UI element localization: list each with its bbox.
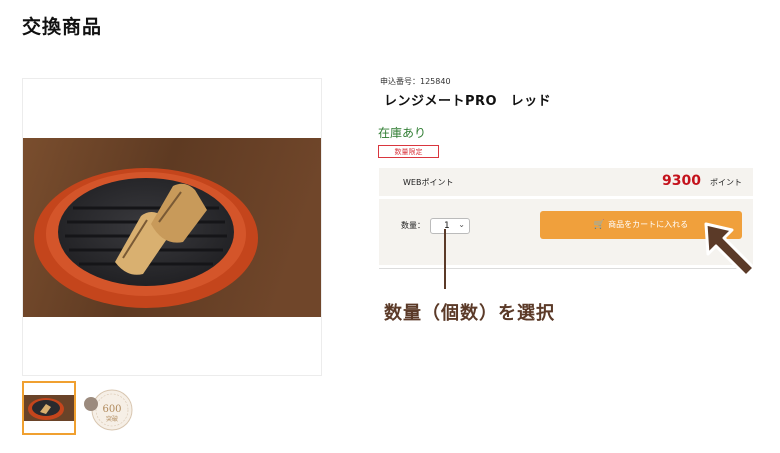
pointer-arrow-icon	[704, 222, 756, 278]
cart-row: 数量： 1 ⌄ 🛒 商品をカートに入れる	[379, 199, 753, 265]
cart-icon: 🛒	[593, 220, 606, 230]
annotation-line	[444, 229, 446, 289]
page-title: 交換商品	[22, 16, 103, 38]
quantity-select[interactable]: 1 ⌄	[430, 218, 470, 234]
thumbnail-product[interactable]	[22, 381, 76, 435]
limited-quantity-badge: 数量限定	[378, 145, 439, 158]
add-to-cart-label: 商品をカートに入れる	[608, 220, 689, 229]
points-row: WEBポイント 9300 ポイント	[379, 168, 753, 196]
product-photo	[23, 138, 321, 317]
points-value: 9300	[662, 173, 701, 189]
award-badge: 600 突破	[84, 389, 133, 431]
product-name: レンジメートPRO レッド	[384, 94, 552, 109]
chevron-down-icon: ⌄	[458, 220, 465, 229]
points-label: WEBポイント	[403, 178, 454, 187]
stock-status: 在庫あり	[378, 126, 427, 140]
badge-number: 600	[102, 404, 121, 415]
order-number: 申込番号：125840	[380, 77, 451, 86]
divider	[379, 268, 753, 269]
badge-text: 突破	[106, 415, 118, 423]
quantity-label: 数量：	[401, 221, 425, 230]
thumbnail-award-badge[interactable]: 600 突破	[82, 381, 136, 435]
points-unit: ポイント	[710, 178, 742, 187]
product-main-image	[22, 78, 322, 376]
thumbnail-photo	[24, 383, 74, 433]
annotation-text: 数量（個数）を選択	[384, 303, 555, 324]
